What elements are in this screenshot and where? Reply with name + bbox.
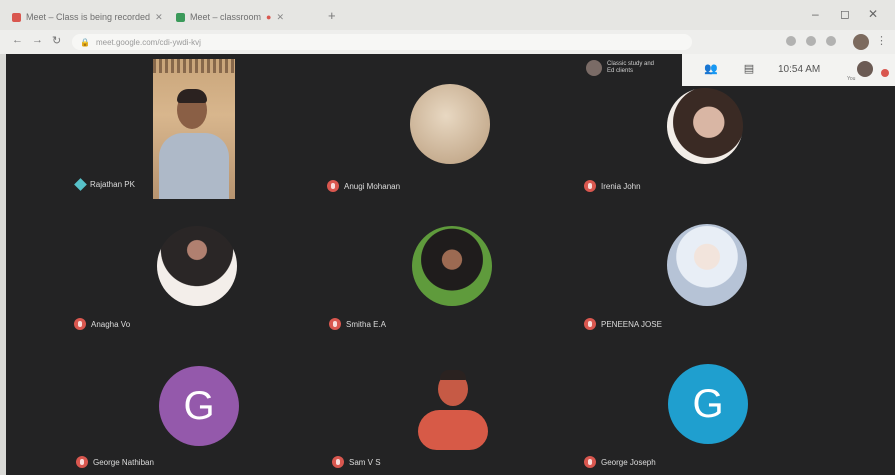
presenter-avatar bbox=[586, 60, 602, 76]
participant-name-row: PENEENA JOSE bbox=[584, 318, 662, 330]
participant-name: PENEENA JOSE bbox=[601, 319, 662, 329]
close-tab-icon[interactable]: ✕ bbox=[276, 12, 284, 23]
participant-name: Anugi Mohanan bbox=[344, 181, 401, 191]
camera-icon[interactable] bbox=[786, 36, 796, 46]
participant-name-row: Anagha Vo bbox=[74, 318, 130, 330]
meeting-info-bar: 👥 ▤ 10:54 AM You bbox=[682, 54, 895, 86]
maximize-button[interactable]: ◻ bbox=[840, 7, 850, 21]
participant-avatar-anugi[interactable] bbox=[410, 84, 490, 164]
self-avatar[interactable] bbox=[857, 61, 873, 77]
pin-icon bbox=[74, 178, 87, 191]
new-tab-button[interactable]: + bbox=[328, 8, 336, 23]
browser-tab-strip: Meet – Class is being recorded ✕ Meet – … bbox=[0, 0, 895, 30]
person-hair bbox=[440, 370, 466, 380]
profile-avatar[interactable] bbox=[853, 34, 869, 50]
avatar-letter: G bbox=[692, 381, 724, 426]
participant-avatar-peneena[interactable] bbox=[667, 224, 747, 306]
browser-tab-classroom[interactable]: Meet – classroom ● ✕ bbox=[176, 7, 284, 27]
tab-title: Meet – classroom bbox=[190, 12, 262, 22]
participant-name-row: Rajathan PK bbox=[74, 178, 135, 191]
muted-mic-icon bbox=[329, 318, 341, 330]
people-icon[interactable]: 👥 bbox=[704, 63, 718, 75]
person-body bbox=[159, 133, 229, 199]
meeting-grid: Rajathan PK Anugi Mohanan Irenia John An… bbox=[6, 54, 895, 475]
participant-name-row: Smitha E.A bbox=[329, 318, 386, 330]
recording-indicator-icon bbox=[881, 69, 889, 77]
participant-avatar-irenia[interactable] bbox=[667, 88, 743, 164]
meeting-clock: 10:54 AM bbox=[778, 64, 821, 75]
muted-mic-icon bbox=[327, 180, 339, 192]
star-icon[interactable] bbox=[806, 36, 816, 46]
participant-name: Irenia John bbox=[601, 181, 641, 191]
avatar-letter: G bbox=[183, 383, 215, 428]
muted-mic-icon bbox=[74, 318, 86, 330]
participant-letter-avatar-george-j[interactable]: G bbox=[668, 364, 748, 444]
participant-name-row: Sam V S bbox=[332, 456, 381, 468]
participant-name-row: Anugi Mohanan bbox=[327, 180, 400, 192]
muted-mic-icon bbox=[584, 180, 596, 192]
close-window-button[interactable]: ✕ bbox=[868, 7, 878, 21]
person-hair bbox=[177, 89, 207, 103]
participant-name-row: George Nathiban bbox=[76, 456, 154, 468]
menu-dots-icon[interactable]: ⋮ bbox=[876, 34, 887, 47]
presenter-chip: Classic study and Ed clients bbox=[586, 60, 661, 76]
participant-name-row: Irenia John bbox=[584, 180, 641, 192]
meet-favicon-icon bbox=[12, 12, 21, 22]
participant-video-rajathan[interactable] bbox=[153, 59, 235, 199]
minimize-button[interactable]: – bbox=[812, 7, 819, 21]
muted-mic-icon bbox=[584, 318, 596, 330]
tab-title: Meet – Class is being recorded bbox=[26, 12, 151, 22]
participant-name: Smitha E.A bbox=[346, 319, 387, 329]
background-wall bbox=[153, 59, 235, 73]
lock-icon: 🔒 bbox=[80, 37, 90, 47]
participant-name: Anagha Vo bbox=[91, 319, 131, 329]
presenter-text: Classic study and Ed clients bbox=[607, 61, 655, 74]
forward-arrow-icon[interactable]: → bbox=[32, 34, 43, 46]
reload-icon[interactable]: ↻ bbox=[52, 34, 61, 47]
address-bar[interactable]: 🔒 meet.google.com/cdi-ywdi-kvj bbox=[72, 34, 692, 50]
browser-tab-meet[interactable]: Meet – Class is being recorded ✕ bbox=[12, 7, 163, 27]
recording-dot-icon: ● bbox=[266, 12, 272, 22]
participant-avatar-sam[interactable] bbox=[418, 370, 488, 454]
chat-icon[interactable]: ▤ bbox=[742, 63, 756, 75]
muted-mic-icon bbox=[76, 456, 88, 468]
participant-name-row: George Joseph bbox=[584, 456, 656, 468]
self-label: You bbox=[847, 76, 856, 82]
participant-name: Sam V S bbox=[349, 457, 381, 467]
person-body bbox=[418, 410, 488, 450]
participant-avatar-anagha[interactable] bbox=[157, 226, 237, 306]
back-arrow-icon[interactable]: ← bbox=[12, 34, 23, 46]
muted-mic-icon bbox=[584, 456, 596, 468]
participant-name: George Joseph bbox=[601, 457, 656, 467]
close-tab-icon[interactable]: ✕ bbox=[155, 12, 163, 23]
participant-avatar-smitha[interactable] bbox=[412, 226, 492, 306]
classroom-favicon-icon bbox=[176, 12, 185, 22]
url-text: meet.google.com/cdi-ywdi-kvj bbox=[95, 37, 201, 47]
participant-name: Rajathan PK bbox=[90, 180, 135, 189]
muted-mic-icon bbox=[332, 456, 344, 468]
browser-toolbar: ← → ↻ 🔒 meet.google.com/cdi-ywdi-kvj ⋮ bbox=[0, 30, 895, 54]
extensions-icon[interactable] bbox=[826, 36, 836, 46]
participant-letter-avatar-george-n[interactable]: G bbox=[159, 366, 239, 446]
participant-name: George Nathiban bbox=[93, 457, 154, 467]
